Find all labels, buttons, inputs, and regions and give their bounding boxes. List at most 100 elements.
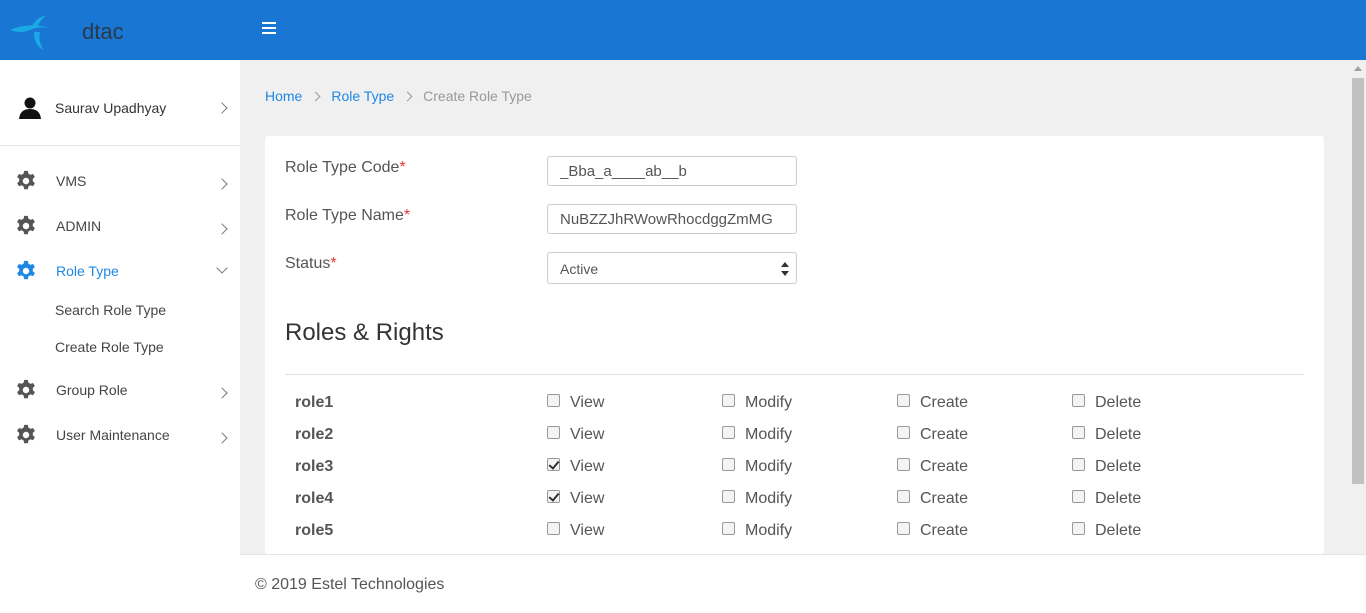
role-name: role3 [295,458,334,475]
sidebar-item-admin[interactable]: ADMIN [0,206,240,246]
role-row: role4 View Modify Create Delete [295,485,1295,513]
top-bar: dtac [0,0,1366,60]
chevron-right-icon [402,91,413,102]
main-content: Home Role Type Create Role Type Role Type … [240,60,1350,554]
user-icon [19,97,41,119]
breadcrumb-home[interactable]: Home [265,88,302,104]
gear-icon [17,379,35,399]
sidebar-item-role-type[interactable]: Role Type [0,251,240,291]
status-selected-value: Active [560,261,599,277]
delete-checkbox[interactable] [1072,490,1085,503]
modify-label: Modify [745,426,793,443]
view-checkbox[interactable] [547,522,560,535]
role-type-code-label: Role Type Code* [285,159,406,176]
brand-name: dtac [82,19,124,44]
delete-label: Delete [1095,458,1142,475]
create-role-type-form: Role Type Code* Role Type Name* Status* … [265,136,1324,554]
select-arrows-icon [781,262,789,276]
sidebar-item-label: User Maintenance [56,427,170,443]
hamburger-icon[interactable] [262,22,276,34]
sidebar-item-label: Group Role [56,382,128,398]
modify-checkbox[interactable] [722,394,735,407]
modify-checkbox[interactable] [722,426,735,439]
view-label: View [570,458,605,475]
delete-checkbox[interactable] [1072,458,1085,471]
page-scrollbar[interactable] [1350,60,1366,554]
chevron-right-icon [216,102,228,114]
gear-icon [17,215,35,235]
gear-icon [17,260,35,280]
sidebar-item-label: VMS [56,173,87,189]
scroll-thumb[interactable] [1352,78,1364,484]
roles-rights-title: Roles & Rights [285,319,444,346]
sidebar-item-label: ADMIN [56,218,102,234]
sidebar: Saurav Upadhyay VMS ADMIN Role Type Sear… [0,60,240,613]
sidebar-item-user-maintenance[interactable]: User Maintenance [0,415,240,455]
create-checkbox[interactable] [897,458,910,471]
chevron-right-icon [216,432,228,444]
breadcrumb-role-type[interactable]: Role Type [331,88,394,104]
user-profile[interactable]: Saurav Upadhyay [0,60,240,146]
create-label: Create [920,522,969,539]
modify-checkbox[interactable] [722,490,735,503]
view-label: View [570,522,605,539]
role-type-name-label: Role Type Name* [285,207,411,224]
copyright-text: © 2019 Estel Technologies [255,576,445,593]
role-name: role1 [295,394,334,411]
delete-label: Delete [1095,394,1142,411]
modify-checkbox[interactable] [722,458,735,471]
create-label: Create [920,426,969,443]
delete-label: Delete [1095,490,1142,507]
chevron-right-icon [310,91,321,102]
sidebar-subitem-create-role-type[interactable]: Create Role Type [55,339,164,355]
create-checkbox[interactable] [897,522,910,535]
modify-label: Modify [745,522,793,539]
modify-label: Modify [745,458,793,475]
divider [285,374,1304,375]
modify-label: Modify [745,490,793,507]
role-row: role5 View Modify Create Delete [295,517,1295,545]
chevron-down-icon [216,262,228,274]
delete-label: Delete [1095,426,1142,443]
view-checkbox[interactable] [547,426,560,439]
role-type-code-input[interactable] [547,156,797,186]
status-select[interactable]: Active [547,252,797,284]
delete-checkbox[interactable] [1072,522,1085,535]
delete-checkbox[interactable] [1072,426,1085,439]
modify-label: Modify [745,394,793,411]
role-row: role3 View Modify Create Delete [295,453,1295,481]
modify-checkbox[interactable] [722,522,735,535]
role-row: role2 View Modify Create Delete [295,421,1295,449]
view-checkbox[interactable] [547,394,560,407]
sidebar-item-vms[interactable]: VMS [0,161,240,201]
create-checkbox[interactable] [897,394,910,407]
role-row: role1 View Modify Create Delete [295,389,1295,417]
view-checkbox[interactable] [547,458,560,471]
status-label: Status* [285,255,337,272]
sidebar-item-label: Role Type [56,263,119,279]
view-checkbox[interactable] [547,490,560,503]
scroll-up-arrow-icon[interactable] [1354,66,1362,71]
sidebar-subitem-search-role-type[interactable]: Search Role Type [55,302,166,318]
breadcrumb-current: Create Role Type [423,88,532,104]
breadcrumb: Home Role Type Create Role Type [265,88,532,104]
role-name: role4 [295,490,334,507]
delete-label: Delete [1095,522,1142,539]
create-label: Create [920,490,969,507]
sidebar-item-group-role[interactable]: Group Role [0,370,240,410]
footer: © 2019 Estel Technologies [240,554,1366,613]
create-checkbox[interactable] [897,426,910,439]
gear-icon [17,424,35,444]
role-name: role2 [295,426,334,443]
view-label: View [570,394,605,411]
required-marker: * [399,159,406,176]
delete-checkbox[interactable] [1072,394,1085,407]
required-marker: * [403,207,411,224]
view-label: View [570,490,605,507]
view-label: View [570,426,605,443]
role-name: role5 [295,522,334,539]
create-checkbox[interactable] [897,490,910,503]
role-type-name-input[interactable] [547,204,797,234]
create-label: Create [920,458,969,475]
dtac-logo-icon[interactable] [8,12,52,52]
